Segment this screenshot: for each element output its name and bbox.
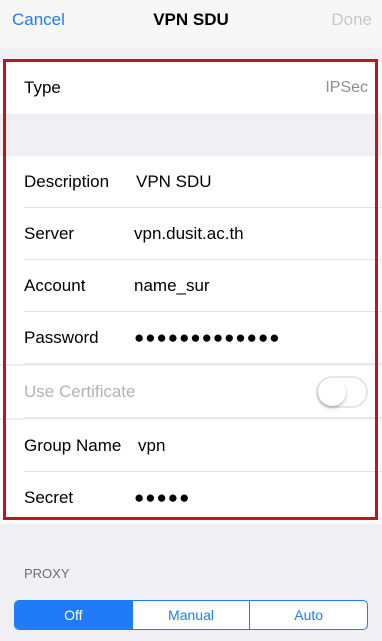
server-row: Server vpn.dusit.ac.th (0, 208, 382, 260)
navigation-bar: Cancel VPN SDU Done (0, 0, 382, 48)
row-divider (24, 363, 382, 364)
password-label: Password (24, 328, 99, 347)
type-value: IPSec (325, 79, 368, 96)
secret-row: Secret ●●●●● (0, 472, 382, 524)
password-row: Password ●●●●●●●●●●●●● (0, 312, 382, 364)
account-label: Account (24, 276, 86, 295)
account-field[interactable]: name_sur (134, 260, 210, 312)
page-title: VPN SDU (153, 10, 229, 29)
use-certificate-label: Use Certificate (24, 382, 136, 401)
secret-field[interactable]: ●●●●● (134, 472, 190, 524)
proxy-auto-segment[interactable]: Auto (249, 601, 367, 629)
server-label: Server (24, 224, 75, 243)
proxy-off-segment[interactable]: Off (15, 601, 132, 629)
use-certificate-row: Use Certificate (0, 366, 382, 418)
row-divider (24, 417, 382, 418)
proxy-manual-segment[interactable]: Manual (131, 601, 250, 629)
description-label: Description (24, 172, 110, 191)
proxy-segmented-control: Off Manual Auto (14, 600, 368, 630)
description-row: Description VPN SDU (0, 156, 382, 208)
description-field[interactable]: VPN SDU (136, 156, 212, 208)
server-field[interactable]: vpn.dusit.ac.th (134, 208, 244, 260)
account-row: Account name_sur (0, 260, 382, 312)
type-label: Type (24, 78, 61, 97)
use-certificate-toggle[interactable] (316, 376, 368, 408)
password-field[interactable]: ●●●●●●●●●●●●● (134, 312, 281, 364)
group-name-field[interactable]: vpn (138, 420, 165, 472)
group-name-label: Group Name (24, 436, 122, 455)
toggle-knob (318, 378, 346, 406)
proxy-section-header: PROXY (24, 566, 70, 581)
group-name-row: Group Name vpn (0, 420, 382, 472)
done-button[interactable]: Done (331, 10, 372, 30)
type-row[interactable]: Type IPSec (0, 62, 382, 114)
secret-label: Secret (24, 488, 74, 507)
